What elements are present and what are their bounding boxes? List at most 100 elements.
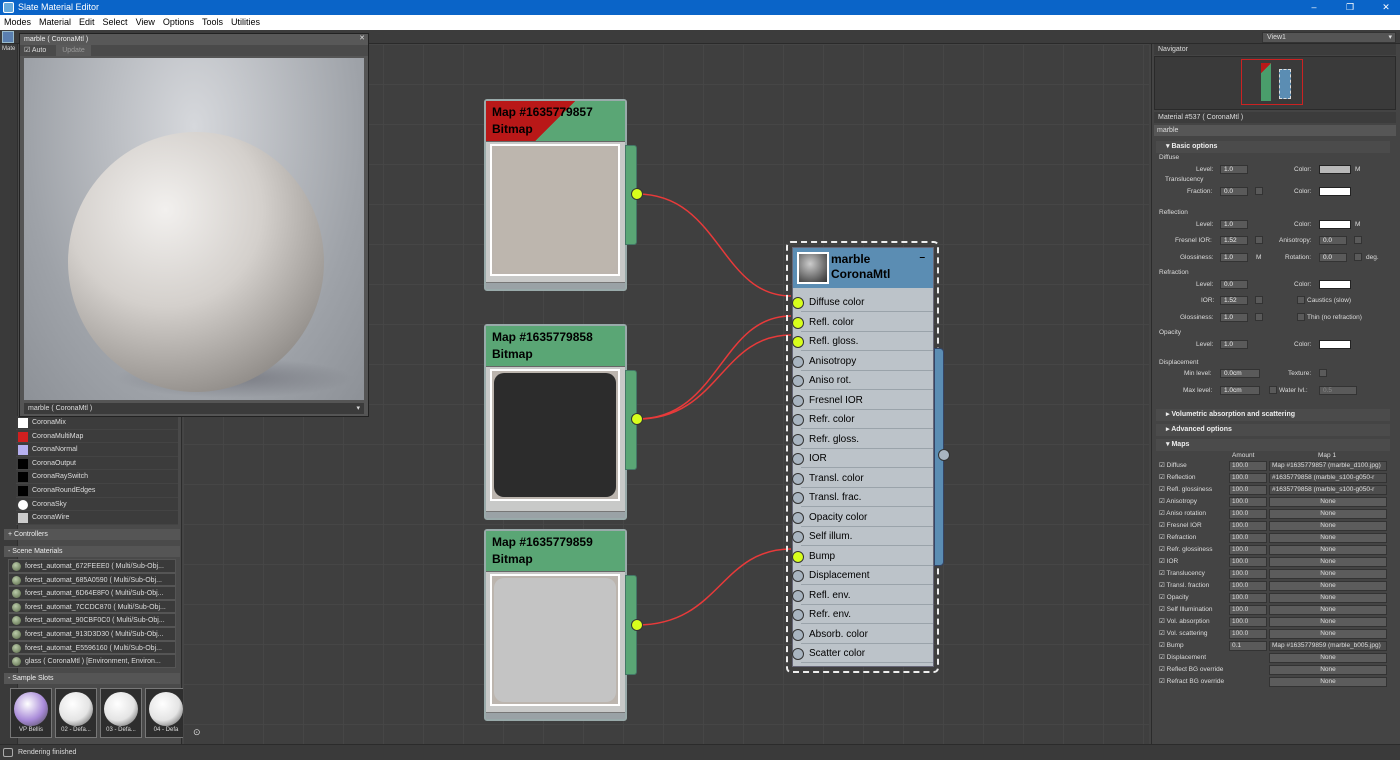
output-socket-3[interactable]	[631, 619, 643, 631]
material-node-header[interactable]: marble CoronaMtl –	[793, 248, 933, 288]
menu-modes[interactable]: Modes	[0, 15, 35, 30]
material-slot[interactable]: Bump	[801, 548, 933, 566]
map-enable-checkbox[interactable]: ☑	[1159, 678, 1167, 685]
material-node-marble[interactable]: marble CoronaMtl – Diffuse color Refl. co…	[786, 241, 944, 673]
min-level-field[interactable]: 0.0cm	[1220, 369, 1260, 378]
anisotropy-field[interactable]: 0.0	[1319, 236, 1347, 245]
material-slot[interactable]: Aniso rot.	[801, 372, 933, 390]
refl-color-swatch[interactable]	[1319, 220, 1351, 229]
basic-options-header[interactable]: ▾ Basic options	[1156, 141, 1390, 153]
material-slot[interactable]: Opacity color	[801, 509, 933, 527]
material-list-item[interactable]: CoronaMultiMap	[16, 429, 178, 444]
material-slot[interactable]: Absorb. color	[801, 626, 933, 644]
scene-materials-section[interactable]: - Scene Materials	[4, 546, 180, 557]
navigator-viewport-rect[interactable]	[1241, 59, 1303, 105]
map-amount-field[interactable]: 100.0	[1229, 521, 1267, 531]
refr-gloss-field[interactable]: 1.0	[1220, 313, 1248, 322]
refl-map-button[interactable]: M	[1355, 221, 1360, 228]
input-socket[interactable]	[792, 648, 804, 660]
material-list-item[interactable]: CoronaOutput	[16, 456, 178, 471]
refr-level-field[interactable]: 0.0	[1220, 280, 1248, 289]
output-socket-1[interactable]	[631, 188, 643, 200]
map-slot-button[interactable]: None	[1269, 617, 1387, 627]
anisotropy-map-checkbox[interactable]	[1354, 236, 1362, 244]
map-slot-button[interactable]: #1635779858 (marble_s100-g050-r	[1269, 473, 1387, 483]
opacity-color-swatch[interactable]	[1319, 340, 1351, 349]
map-slot-button[interactable]: None	[1269, 653, 1387, 663]
scene-material-item[interactable]: glass ( CoronaMtl ) [Environment, Enviro…	[8, 654, 176, 668]
input-socket[interactable]	[792, 336, 804, 348]
scene-material-item[interactable]: forest_automat_685A0590 ( Multi/Sub-Obj.…	[8, 572, 176, 587]
map-enable-checkbox[interactable]: ☑	[1159, 558, 1167, 565]
map-slot-button[interactable]: None	[1269, 521, 1387, 531]
view-dropdown[interactable]: View1 ▾	[1262, 32, 1396, 43]
material-output-socket[interactable]	[938, 449, 950, 461]
map-amount-field[interactable]: 100.0	[1229, 485, 1267, 495]
map-slot-button[interactable]: None	[1269, 509, 1387, 519]
material-slot[interactable]: Refr. color	[801, 411, 933, 429]
map-slot-button[interactable]: None	[1269, 629, 1387, 639]
caustics-checkbox[interactable]	[1297, 296, 1305, 304]
refl-level-field[interactable]: 1.0	[1220, 220, 1248, 229]
output-socket-2[interactable]	[631, 413, 643, 425]
map-amount-field[interactable]: 100.0	[1229, 569, 1267, 579]
map-slot-button[interactable]: None	[1269, 557, 1387, 567]
map-slot-button[interactable]: None	[1269, 593, 1387, 603]
texture-checkbox[interactable]	[1319, 369, 1327, 377]
menu-view[interactable]: View	[132, 15, 159, 30]
map-amount-field[interactable]: 0.1	[1229, 641, 1267, 651]
diffuse-level-field[interactable]: 1.0	[1220, 165, 1248, 174]
map-slot-button[interactable]: Map #1635779857 (marble_d100.jpg)	[1269, 461, 1387, 471]
map-slot-button[interactable]: None	[1269, 665, 1387, 675]
map-amount-field[interactable]: 100.0	[1229, 557, 1267, 567]
map-amount-field[interactable]: 100.0	[1229, 533, 1267, 543]
node-header[interactable]: Map #1635779858 Bitmap	[486, 326, 625, 367]
bitmap-node-2[interactable]: Map #1635779858 Bitmap	[484, 324, 637, 520]
map-amount-field[interactable]: 100.0	[1229, 581, 1267, 591]
minimize-button[interactable]: –	[1302, 0, 1326, 15]
map-amount-field[interactable]: 100.0	[1229, 509, 1267, 519]
minimize-icon[interactable]: –	[919, 250, 925, 265]
material-slot[interactable]: Transl. frac.	[801, 489, 933, 507]
map-enable-checkbox[interactable]: ☑	[1159, 642, 1167, 649]
input-socket[interactable]	[792, 589, 804, 602]
map-enable-checkbox[interactable]: ☑	[1159, 462, 1167, 469]
preview-material-dropdown[interactable]: marble ( CoronaMtl ) ▾	[24, 403, 364, 414]
map-slot-button[interactable]: #1635779858 (marble_s100-g050-r	[1269, 485, 1387, 495]
ior-map-checkbox[interactable]	[1255, 296, 1263, 304]
material-slot[interactable]: Refl. gloss.	[801, 333, 933, 351]
input-socket[interactable]	[792, 297, 804, 309]
material-preview-window[interactable]: marble ( CoronaMtl ) ✕ ☑ Auto Update mar…	[19, 33, 369, 417]
menu-options[interactable]: Options	[159, 15, 198, 30]
binoculars-icon[interactable]: ⊙	[193, 727, 205, 737]
menu-tools[interactable]: Tools	[198, 15, 227, 30]
map-amount-field[interactable]: 100.0	[1229, 461, 1267, 471]
menu-select[interactable]: Select	[99, 15, 132, 30]
opacity-level-field[interactable]: 1.0	[1220, 340, 1248, 349]
material-list-item[interactable]: CoronaSky	[16, 497, 178, 512]
map-enable-checkbox[interactable]: ☑	[1159, 522, 1167, 529]
maximize-button[interactable]: ❐	[1338, 0, 1362, 15]
material-slot[interactable]: Refr. env.	[801, 606, 933, 624]
menu-utilities[interactable]: Utilities	[227, 15, 264, 30]
material-slot[interactable]: Refl. color	[801, 314, 933, 332]
map-slot-button[interactable]: None	[1269, 569, 1387, 579]
input-socket[interactable]	[792, 394, 804, 407]
map-enable-checkbox[interactable]: ☑	[1159, 654, 1167, 661]
refr-color-swatch[interactable]	[1319, 280, 1351, 289]
input-socket[interactable]	[792, 375, 804, 387]
rotation-field[interactable]: 0.0	[1319, 253, 1347, 262]
browser-tab[interactable]: Mate	[2, 46, 15, 52]
input-socket[interactable]	[792, 453, 804, 465]
water-level-checkbox[interactable]	[1269, 386, 1277, 394]
menu-material[interactable]: Material	[35, 15, 75, 30]
input-socket[interactable]	[792, 316, 804, 329]
volumetric-header[interactable]: ▸ Volumetric absorption and scattering	[1156, 409, 1390, 421]
map-amount-field[interactable]: 100.0	[1229, 629, 1267, 639]
material-slot[interactable]: Displacement	[801, 567, 933, 585]
map-enable-checkbox[interactable]: ☑	[1159, 630, 1167, 637]
material-slot[interactable]: Scatter color	[801, 645, 933, 663]
map-amount-field[interactable]: 100.0	[1229, 593, 1267, 603]
fresnel-map-checkbox[interactable]	[1255, 236, 1263, 244]
scene-material-item[interactable]: forest_automat_672FEEE0 ( Multi/Sub-Obj.…	[8, 559, 176, 573]
